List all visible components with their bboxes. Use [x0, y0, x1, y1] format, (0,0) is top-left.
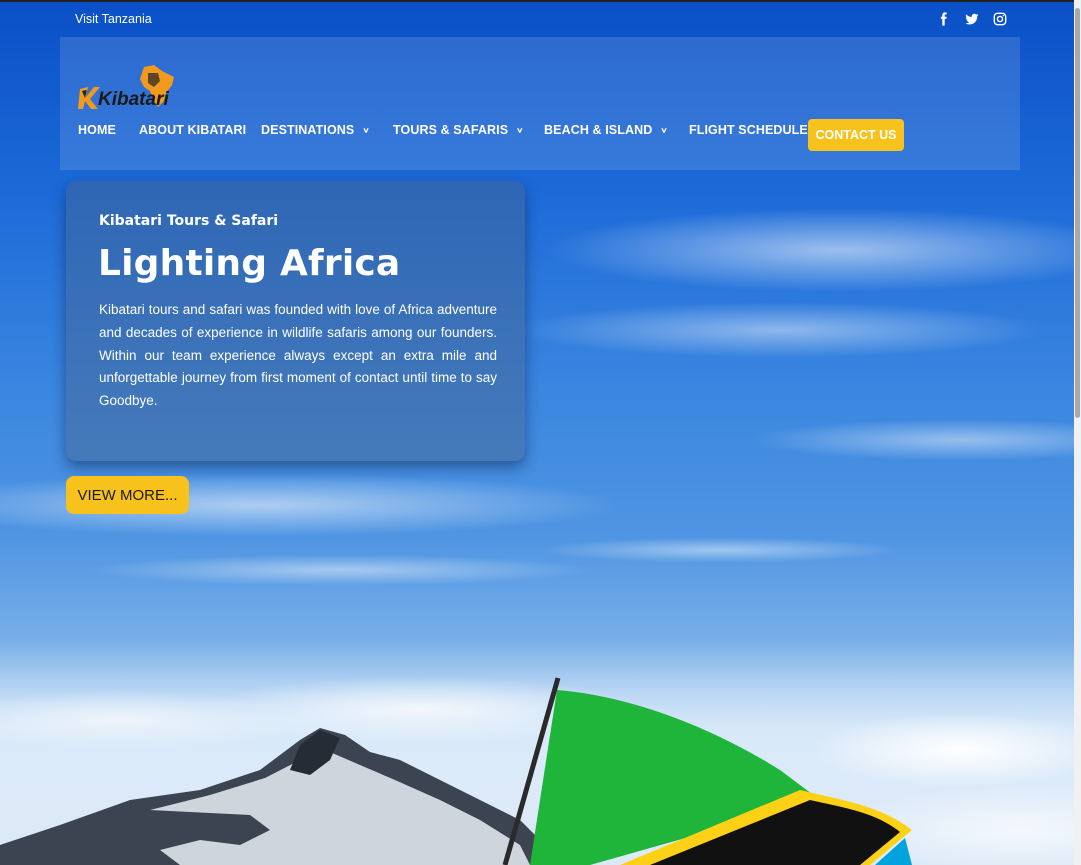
- nav-item-label: HOME: [78, 123, 116, 137]
- nav-item-label: FLIGHT SCHEDULE: [689, 123, 808, 137]
- nav-item-label: DESTINATIONS: [261, 123, 355, 137]
- facebook-icon[interactable]: [937, 12, 951, 26]
- hero-kicker: Kibatari Tours & Safari: [99, 213, 279, 229]
- kibatari-logo-mark: Kibatari: [78, 65, 174, 110]
- chevron-down-icon: ∨: [660, 126, 668, 134]
- nav-item-destinations[interactable]: DESTINATIONS ∨: [261, 123, 393, 137]
- hero-title: Lighting Africa: [98, 243, 401, 284]
- hero-description: Kibatari tours and safari was founded wi…: [99, 302, 497, 409]
- social-links: [937, 12, 1007, 26]
- nav-item-about-kibatari[interactable]: ABOUT KIBATARI: [139, 123, 261, 137]
- visit-tanzania-link[interactable]: Visit Tanzania: [75, 12, 152, 26]
- nav-item-label: ABOUT KIBATARI: [139, 123, 247, 137]
- site-header: Kibatari HOME ABOUT KIBATARI DESTINATION…: [60, 37, 1020, 170]
- instagram-icon[interactable]: [993, 12, 1007, 26]
- nav-item-beach-island[interactable]: BEACH & ISLAND ∨: [544, 123, 689, 137]
- nav-item-tours-safaris[interactable]: TOURS & SAFARIS ∨: [393, 123, 544, 137]
- nav-item-label: TOURS & SAFARIS: [393, 123, 509, 137]
- contact-us-button[interactable]: CONTACT US: [808, 119, 904, 151]
- hero-card: Kibatari Tours & Safari Lighting Africa …: [66, 181, 525, 461]
- chevron-down-icon: ∨: [362, 126, 370, 134]
- nav-item-label: BEACH & ISLAND: [544, 123, 653, 137]
- logo-wordmark: Kibatari: [98, 89, 169, 110]
- chevron-down-icon: ∨: [516, 126, 524, 134]
- top-bar: Visit Tanzania: [0, 0, 1081, 40]
- view-more-button[interactable]: VIEW MORE...: [66, 476, 189, 514]
- nav-item-home[interactable]: HOME: [78, 123, 139, 137]
- scrollbar[interactable]: [1074, 0, 1081, 865]
- kibatari-logo[interactable]: Kibatari: [78, 65, 178, 113]
- twitter-icon[interactable]: [965, 12, 979, 26]
- main-nav: HOME ABOUT KIBATARI DESTINATIONS ∨ TOURS…: [78, 123, 808, 137]
- nav-item-flight-schedule[interactable]: FLIGHT SCHEDULE: [689, 123, 808, 137]
- scrollbar-thumb[interactable]: [1075, 8, 1080, 418]
